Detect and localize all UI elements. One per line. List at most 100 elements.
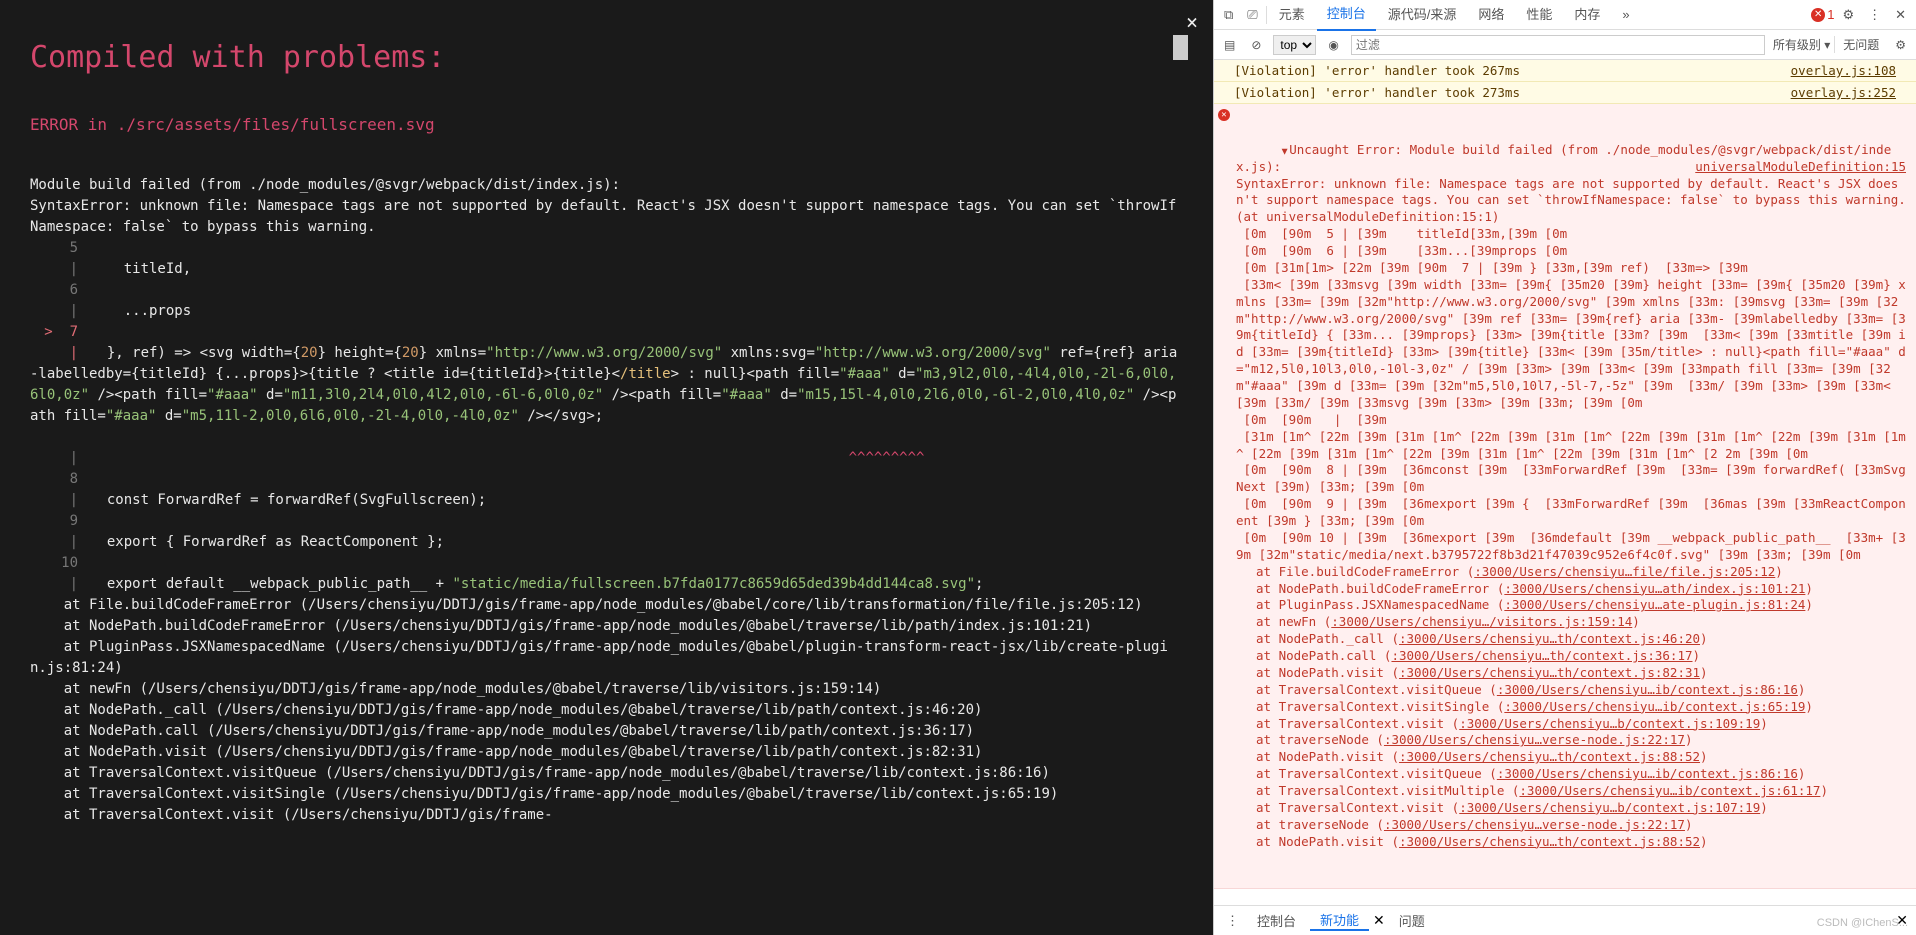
device-icon[interactable]: ⎚ [1241, 7, 1263, 23]
console-error[interactable]: ✕ ▶Uncaught Error: Module build failed (… [1214, 104, 1916, 889]
tab-elements[interactable]: 元素 [1269, 0, 1315, 30]
gutter-8: 8 | [30, 469, 90, 511]
violation-row[interactable]: [Violation] 'error' handler took 273ms ov… [1214, 82, 1916, 104]
close-icon[interactable]: × [1186, 10, 1198, 34]
stack-link[interactable]: :3000/Users/chensiyu…th/context.js:88:52 [1399, 834, 1700, 849]
l7-20a: 20 [301, 345, 318, 361]
stack-link[interactable]: :3000/Users/chensiyu…b/context.js:107:19 [1459, 800, 1760, 815]
error-count-badge[interactable]: ✕1 [1811, 7, 1834, 22]
caret-marker: ^^^^^^^^^ [90, 450, 924, 466]
close-devtools-icon[interactable]: ✕ [1889, 7, 1912, 23]
stack-entry: at TraversalContext.visitSingle (:3000/U… [1236, 699, 1906, 716]
stack-link[interactable]: :3000/Users/chensiyu…verse-node.js:22:17 [1384, 817, 1685, 832]
violation-text: [Violation] 'error' handler took 273ms [1234, 85, 1520, 100]
l7-fill2: "#aaa" [207, 387, 258, 403]
stack-entry: at File.buildCodeFrameError (:3000/Users… [1236, 564, 1906, 581]
issues-label[interactable]: 无问题 [1843, 36, 1883, 53]
overlay-title: Compiled with problems: [30, 40, 1183, 75]
line-9: export { ForwardRef as ReactComponent }; [90, 534, 444, 550]
stack-link[interactable]: :3000/Users/chensiyu…ib/context.js:86:16 [1497, 682, 1798, 697]
stack-line: at TraversalContext.visitQueue (/Users/c… [30, 763, 1183, 784]
stack-link[interactable]: :3000/Users/chensiyu…file/file.js:205:12 [1474, 564, 1775, 579]
stack-line: at NodePath._call (/Users/chensiyu/DDTJ/… [30, 700, 1183, 721]
violation-source-link[interactable]: overlay.js:108 [1791, 63, 1896, 78]
context-select[interactable]: top [1273, 35, 1316, 55]
stack-line: at newFn (/Users/chensiyu/DDTJ/gis/frame… [30, 679, 1183, 700]
l7-g2: > : null}<path fill= [671, 366, 840, 382]
stack-entry: at traverseNode (:3000/Users/chensiyu…ve… [1236, 732, 1906, 749]
violation-row[interactable]: [Violation] 'error' handler took 267ms ov… [1214, 60, 1916, 82]
line-6: ...props [90, 303, 191, 319]
l7-url1: "http://www.w3.org/2000/svg" [486, 345, 722, 361]
stack-link[interactable]: :3000/Users/chensiyu…ath/index.js:101:21 [1504, 581, 1805, 596]
drawer-tab-close-icon[interactable]: ✕ [1373, 912, 1385, 929]
l7-fill3: "#aaa" [721, 387, 772, 403]
stack-entry: at TraversalContext.visit (:3000/Users/c… [1236, 800, 1906, 817]
stack-link[interactable]: :3000/Users/chensiyu…ib/context.js:65:19 [1504, 699, 1805, 714]
stack-entry: at newFn (:3000/Users/chensiyu…/visitors… [1236, 614, 1906, 631]
stack-entry: at traverseNode (:3000/Users/chensiyu…ve… [1236, 817, 1906, 834]
gutter-caret: | [30, 427, 90, 469]
error-msg-2: SyntaxError: unknown file: Namespace tag… [30, 198, 1176, 235]
l7-h: d= [890, 366, 915, 382]
line-10c: ; [975, 576, 983, 592]
expand-triangle-icon[interactable]: ▶ [1277, 148, 1291, 154]
drawer-kebab-icon[interactable]: ⋮ [1222, 913, 1243, 929]
gutter-6: 6 | [30, 280, 90, 322]
devtools-panel: ⧉ ⎚ 元素 控制台 源代码/来源 网络 性能 内存 » ✕1 ⚙ ⋮ ✕ ▤ … [1213, 0, 1916, 935]
stack-link[interactable]: :3000/Users/chensiyu…ib/context.js:61:17 [1519, 783, 1820, 798]
clear-console-icon[interactable]: ⊘ [1247, 38, 1265, 52]
tab-console[interactable]: 控制台 [1317, 0, 1376, 31]
gutter-7-err: > 7 | [30, 322, 90, 364]
l7-l: d= [772, 387, 797, 403]
stack-link[interactable]: :3000/Users/chensiyu…th/context.js:36:17 [1391, 648, 1692, 663]
stack-link[interactable]: :3000/Users/chensiyu…th/context.js:82:31 [1399, 665, 1700, 680]
violation-source-link[interactable]: overlay.js:252 [1791, 85, 1896, 100]
error-source-link[interactable]: universalModuleDefinition:15 [1695, 159, 1906, 176]
stack-link[interactable]: :3000/Users/chensiyu…th/context.js:88:52 [1399, 749, 1700, 764]
stack-entry: at NodePath.visit (:3000/Users/chensiyu…… [1236, 749, 1906, 766]
tab-performance[interactable]: 性能 [1516, 0, 1562, 30]
stack-entry: at NodePath.visit (:3000/Users/chensiyu…… [1236, 834, 1906, 851]
stack-link[interactable]: :3000/Users/chensiyu…ib/context.js:86:16 [1497, 766, 1798, 781]
settings-gear-icon[interactable]: ⚙ [1891, 38, 1910, 52]
l7-k: /><path fill= [603, 387, 721, 403]
drawer-tab-console[interactable]: 控制台 [1247, 911, 1306, 930]
stack-entry: at TraversalContext.visitQueue (:3000/Us… [1236, 682, 1906, 699]
drawer-tabs: ⋮ 控制台 新功能 ✕ 问题 ✕ [1214, 905, 1916, 935]
tab-more[interactable]: » [1612, 0, 1639, 30]
error-body: SyntaxError: unknown file: Namespace tag… [1236, 176, 1913, 562]
violation-text: [Violation] 'error' handler took 267ms [1234, 63, 1520, 78]
kebab-icon[interactable]: ⋮ [1862, 7, 1887, 23]
drawer-tab-issues[interactable]: 问题 [1389, 911, 1435, 930]
stack-link[interactable]: :3000/Users/chensiyu…verse-node.js:22:17 [1384, 732, 1685, 747]
stack-line: at TraversalContext.visitSingle (/Users/… [30, 784, 1183, 805]
tab-network[interactable]: 网络 [1468, 0, 1514, 30]
tab-memory[interactable]: 内存 [1564, 0, 1610, 30]
stack-entry: at TraversalContext.visit (:3000/Users/c… [1236, 716, 1906, 733]
levels-dropdown[interactable]: 所有级别 ▾ [1773, 36, 1835, 53]
sidebar-toggle-icon[interactable]: ▤ [1220, 38, 1239, 52]
l7-d2: "m11,3l0,2l4,0l0,4l2,0l0,-6l-6,0l0,0z" [283, 387, 603, 403]
stack-link[interactable]: :3000/Users/chensiyu…/visitors.js:159:14 [1331, 614, 1632, 629]
stack-line: at TraversalContext.visit (/Users/chensi… [30, 805, 1183, 826]
stack-entry: at TraversalContext.visitMultiple (:3000… [1236, 783, 1906, 800]
stack-entry: at NodePath.visit (:3000/Users/chensiyu…… [1236, 665, 1906, 682]
stack-line: at NodePath.call (/Users/chensiyu/DDTJ/g… [30, 721, 1183, 742]
stack-entry: at NodePath.buildCodeFrameError (:3000/U… [1236, 581, 1906, 598]
stack-line: at NodePath.visit (/Users/chensiyu/DDTJ/… [30, 742, 1183, 763]
stack-link[interactable]: :3000/Users/chensiyu…b/context.js:109:19 [1459, 716, 1760, 731]
gear-icon[interactable]: ⚙ [1836, 7, 1860, 23]
stack-link[interactable]: :3000/Users/chensiyu…th/context.js:46:20 [1399, 631, 1700, 646]
inspect-icon[interactable]: ⧉ [1218, 7, 1239, 23]
stack-line: at File.buildCodeFrameError (/Users/chen… [30, 595, 1183, 616]
stack-entry: at NodePath._call (:3000/Users/chensiyu…… [1236, 631, 1906, 648]
l7-b: } height={ [318, 345, 402, 361]
tab-sources[interactable]: 源代码/来源 [1378, 0, 1467, 30]
eye-icon[interactable]: ◉ [1324, 38, 1342, 52]
scrollbar-thumb[interactable] [1173, 35, 1188, 60]
stack-link[interactable]: :3000/Users/chensiyu…ate-plugin.js:81:24 [1504, 597, 1805, 612]
error-msg-1: Module build failed (from ./node_modules… [30, 177, 620, 193]
drawer-tab-whatsnew[interactable]: 新功能 [1310, 910, 1369, 931]
filter-input[interactable] [1351, 35, 1765, 55]
